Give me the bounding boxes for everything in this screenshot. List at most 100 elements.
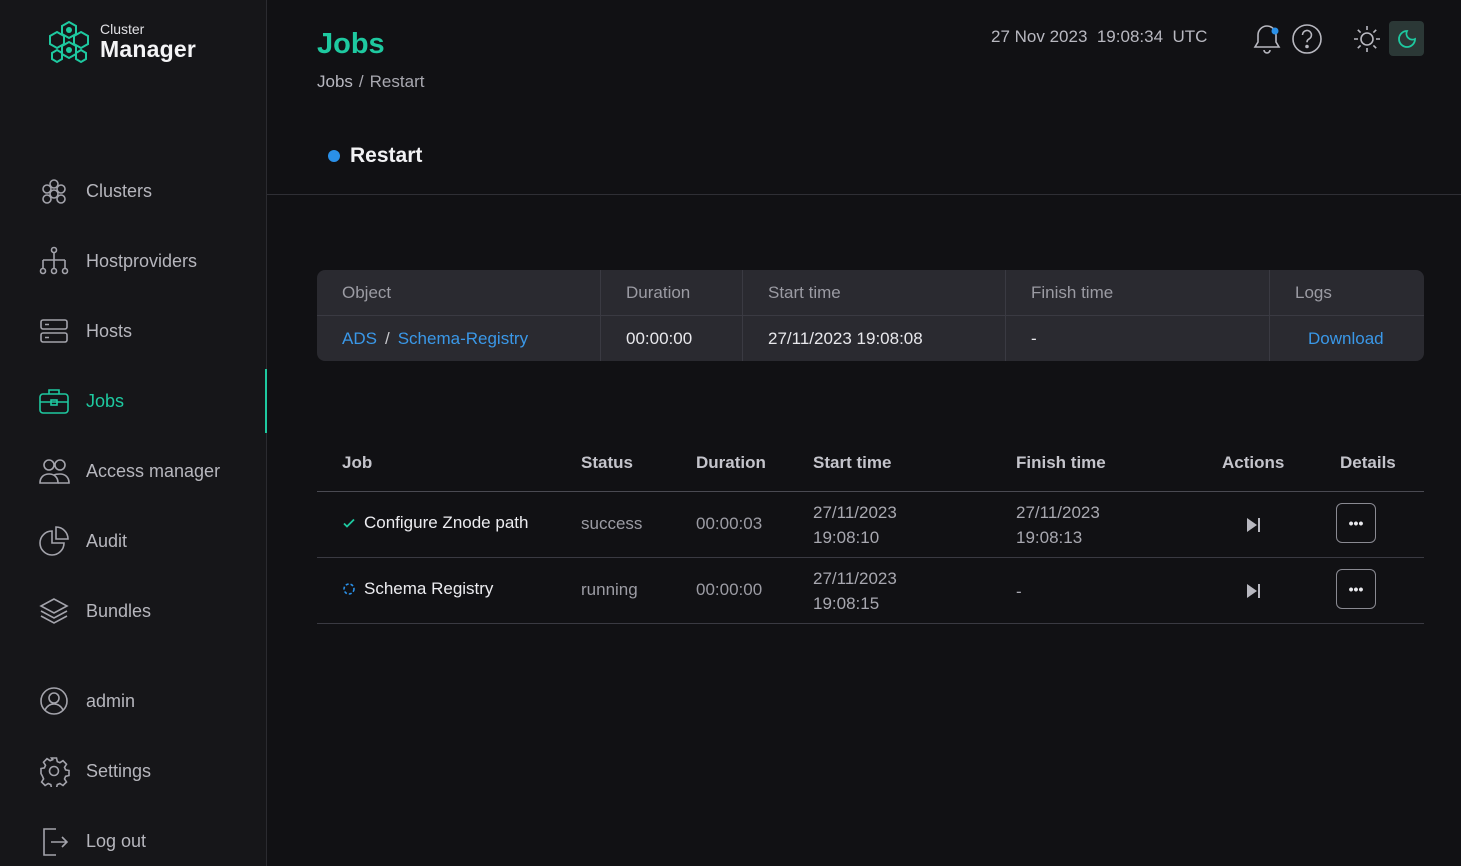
- column-header-start-time: Start time: [743, 270, 1006, 315]
- job-name-cell[interactable]: Configure Znode path: [342, 513, 528, 533]
- duration-cell: 00:00:03: [696, 514, 763, 533]
- details-button[interactable]: •••: [1336, 569, 1376, 609]
- breadcrumb: Jobs / Restart: [317, 72, 424, 92]
- download-logs-link[interactable]: Download: [1308, 329, 1384, 349]
- sidebar-item-hostproviders[interactable]: Hostproviders: [0, 229, 267, 293]
- hostproviders-icon: [37, 244, 71, 278]
- skip-forward-icon: [1247, 518, 1260, 532]
- bell-icon: [1253, 25, 1281, 54]
- start-time-cell: 27/11/2023 19:08:15: [813, 566, 897, 616]
- start-date: 27/11/2023: [813, 503, 897, 522]
- clusters-icon: [37, 174, 71, 208]
- divider: [267, 194, 1461, 195]
- sidebar-item-label: Hosts: [86, 320, 133, 341]
- dark-theme-button[interactable]: [1389, 21, 1424, 56]
- logo-hexagons-icon: [49, 20, 89, 64]
- finish-date: -: [1016, 582, 1022, 601]
- sidebar-item-audit[interactable]: Audit: [0, 509, 267, 573]
- hosts-icon: [37, 314, 71, 348]
- logo[interactable]: Cluster Manager: [48, 20, 196, 64]
- finish-time-cell: -: [1006, 316, 1270, 361]
- object-separator: /: [384, 328, 390, 348]
- column-header-logs: Logs: [1295, 282, 1332, 302]
- sidebar-item-label: Audit: [86, 530, 128, 551]
- sidebar-item-clusters[interactable]: Clusters: [0, 159, 267, 223]
- object-child-link[interactable]: Schema-Registry: [398, 329, 528, 349]
- jobs-table-header: Job Status Duration Start time Finish ti…: [317, 434, 1424, 492]
- table-row: Schema Registry running 00:00:00 27/11/2…: [317, 558, 1424, 624]
- sidebar-item-label: Settings: [86, 760, 152, 781]
- finish-date: 27/11/2023: [1016, 503, 1100, 522]
- details-button[interactable]: •••: [1336, 503, 1376, 543]
- breadcrumb-jobs-link[interactable]: Jobs: [317, 72, 353, 92]
- object-table-header: Object Duration Start time Finish time L…: [317, 270, 1424, 315]
- finish-time-cell: 27/11/2023 19:08:13: [1016, 500, 1100, 550]
- jobs-table: Job Status Duration Start time Finish ti…: [317, 434, 1424, 624]
- job-name-cell[interactable]: Schema Registry: [342, 579, 493, 599]
- gear-icon: [37, 754, 71, 788]
- sun-icon: [1354, 26, 1380, 52]
- check-icon: [342, 516, 356, 530]
- start-time-cell: 27/11/2023 19:08:10: [813, 500, 897, 550]
- bundles-icon: [37, 594, 71, 628]
- duration-cell: 00:00:00: [696, 580, 763, 599]
- access-manager-icon: [37, 454, 71, 488]
- job-name: Configure Znode path: [364, 513, 529, 532]
- breadcrumb-current: Restart: [369, 72, 425, 91]
- datetime: 27 Nov 2023 19:08:34 UTC: [991, 27, 1208, 46]
- start-date: 27/11/2023: [813, 569, 897, 588]
- jobs-icon: [37, 384, 71, 418]
- sidebar-item-bundles[interactable]: Bundles: [0, 579, 267, 643]
- column-header-status: Status: [581, 452, 633, 472]
- sidebar-item-label: Hostproviders: [86, 250, 198, 271]
- sidebar-item-access-manager[interactable]: Access manager: [0, 439, 267, 503]
- job-status-dot: [328, 150, 340, 162]
- sidebar-item-label: Log out: [86, 830, 147, 851]
- sidebar-item-label: admin: [86, 690, 136, 711]
- finish-time-cell: -: [1016, 579, 1022, 604]
- start-time: 19:08:15: [813, 594, 880, 613]
- object-parent-link[interactable]: ADS: [342, 329, 377, 349]
- skip-action-button[interactable]: [1243, 515, 1263, 535]
- start-time-cell: 27/11/2023 19:08:08: [743, 316, 1006, 361]
- status-cell: running: [581, 580, 638, 599]
- column-header-job: Job: [342, 452, 373, 472]
- sidebar-item-hosts[interactable]: Hosts: [0, 299, 267, 363]
- help-button[interactable]: [1291, 22, 1323, 56]
- skip-action-button[interactable]: [1243, 581, 1263, 601]
- sidebar-item-label: Bundles: [86, 600, 152, 621]
- notifications-button[interactable]: [1251, 22, 1283, 56]
- column-header-duration: Duration: [696, 452, 766, 472]
- question-icon: [1292, 24, 1322, 54]
- sidebar-item-label: Clusters: [86, 180, 153, 201]
- skip-forward-icon: [1247, 584, 1260, 598]
- sidebar-item-settings[interactable]: Settings: [0, 739, 267, 803]
- object-table-row: ADS / Schema-Registry 00:00:00 27/11/202…: [317, 315, 1424, 361]
- sidebar-item-admin[interactable]: admin: [0, 669, 267, 733]
- light-theme-button[interactable]: [1351, 22, 1383, 56]
- start-time: 19:08:10: [813, 528, 880, 547]
- column-header-details: Details: [1340, 452, 1396, 472]
- logs-cell: Download: [1270, 316, 1424, 361]
- spinner-icon: [342, 582, 356, 596]
- logo-big-text: Manager: [100, 36, 196, 62]
- object-cell: ADS / Schema-Registry: [317, 316, 601, 361]
- column-header-duration: Duration: [601, 270, 743, 315]
- breadcrumb-separator: /: [358, 72, 364, 91]
- sidebar-item-jobs[interactable]: Jobs: [0, 369, 267, 433]
- finish-time: 19:08:13: [1016, 528, 1083, 547]
- column-header-finish-time: Finish time: [1016, 452, 1106, 472]
- page-title: Jobs: [317, 28, 385, 60]
- job-title: Restart: [328, 144, 422, 168]
- sidebar: Cluster Manager Clusters Hostproviders H…: [0, 0, 267, 866]
- user-icon: [37, 684, 71, 718]
- sidebar-item-label: Access manager: [86, 460, 221, 481]
- logo-small-text: Cluster: [100, 21, 145, 37]
- column-header-actions: Actions: [1222, 452, 1285, 472]
- column-header-start-time: Start time: [813, 452, 892, 472]
- status-cell: success: [581, 514, 643, 533]
- audit-icon: [37, 524, 71, 558]
- logout-icon: [37, 824, 71, 858]
- object-table: Object Duration Start time Finish time L…: [317, 270, 1424, 361]
- sidebar-item-logout[interactable]: Log out: [0, 809, 267, 866]
